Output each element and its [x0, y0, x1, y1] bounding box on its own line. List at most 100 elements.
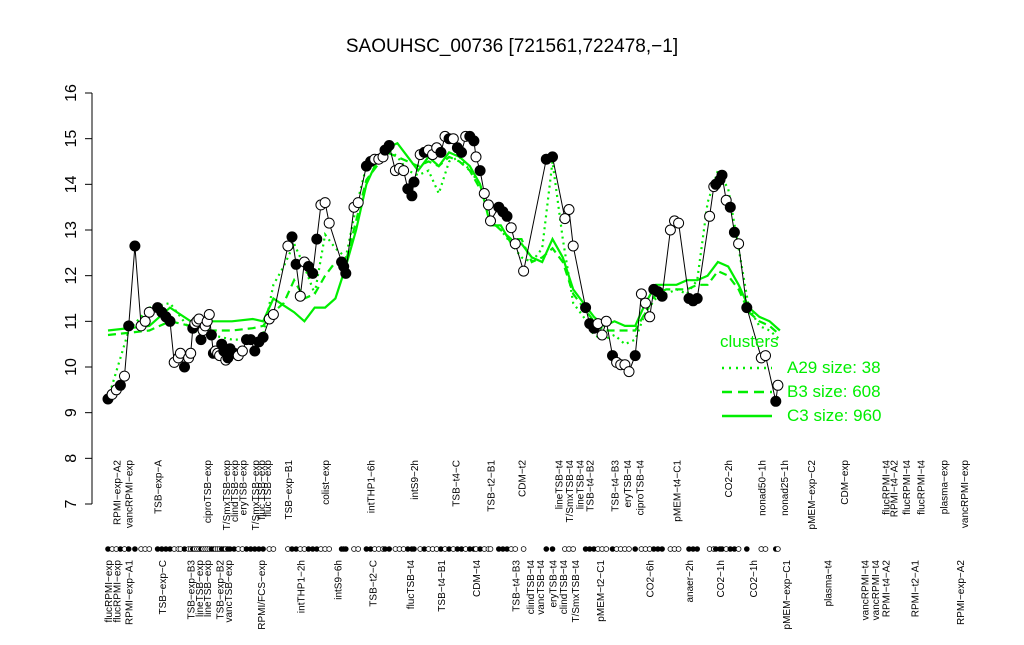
- data-point: [114, 379, 126, 391]
- rug-point: [543, 546, 550, 552]
- data-point: [257, 331, 269, 343]
- x-tick-label: pMEM−exp−C1: [782, 560, 793, 630]
- y-tick-label: 10: [63, 358, 80, 376]
- data-point: [319, 197, 331, 209]
- y-tick-label: 9: [63, 408, 80, 417]
- x-tick-label: intTHP1−6h: [367, 460, 378, 513]
- series-lines: [106, 135, 781, 402]
- x-tick-label: TSB−exp−A: [154, 460, 165, 514]
- y-tick-label: 14: [63, 175, 80, 193]
- rug-point: [762, 546, 769, 552]
- data-point: [629, 350, 641, 362]
- y-tick-label: 15: [63, 130, 80, 148]
- data-point: [716, 169, 728, 181]
- y-tick-label: 7: [63, 499, 80, 508]
- data-point: [482, 199, 494, 211]
- data-point: [468, 135, 480, 147]
- data-point: [505, 222, 517, 234]
- x-tick-label: TSB−t2−B1: [487, 460, 498, 512]
- x-tick-label: vancRPMI−exp: [125, 460, 136, 529]
- x-tick-label: intTHP1−2h: [296, 560, 307, 613]
- x-tick-label: TSB−exp−C: [158, 560, 169, 614]
- data-point: [673, 217, 685, 229]
- x-tick-label: lineTSB−exp: [203, 560, 214, 617]
- data-point: [406, 190, 418, 202]
- y-axis: 7 8 9 10 11 12 13 14 15 16: [63, 84, 93, 508]
- data-point: [600, 315, 612, 327]
- data-point: [772, 379, 784, 391]
- rug-point: [520, 546, 527, 552]
- data-point: [664, 224, 676, 236]
- data-point: [501, 210, 513, 222]
- data-point: [249, 345, 261, 357]
- data-point: [352, 197, 364, 209]
- data-point: [580, 302, 592, 314]
- y-tick-label: 13: [63, 221, 80, 239]
- rug-point: [146, 546, 153, 552]
- x-tick-label: intS9−6h: [334, 560, 345, 600]
- data-point: [447, 133, 459, 145]
- x-tick-label: flucTSB−exp: [263, 460, 274, 517]
- rug-point: [626, 546, 632, 552]
- x-tick-label: flucTSB−t4: [406, 560, 417, 610]
- x-tick-label: pMEM−t4−C1: [673, 460, 684, 522]
- x-tick-label: intS9−2h: [410, 460, 421, 500]
- data-point: [311, 233, 323, 245]
- chart-title: SAOUHSC_00736 [721561,722478,−1]: [346, 36, 678, 57]
- rug-point: [512, 546, 519, 552]
- data-point: [139, 315, 151, 327]
- data-point: [567, 240, 579, 252]
- x-tick-label: vancRPMI−exp: [960, 460, 971, 529]
- data-point: [547, 151, 558, 163]
- rug-point: [132, 546, 138, 552]
- x-tick-label: CDM−exp: [840, 460, 851, 505]
- rug-point: [411, 546, 417, 552]
- rug-point: [675, 546, 682, 552]
- x-tick-label: RPMI−exp−A2: [112, 460, 123, 525]
- rug-point: [775, 546, 781, 552]
- x-tick-label: CDM−t4: [472, 560, 483, 597]
- x-tick-label: TSB−t4−B3: [611, 460, 622, 512]
- legend: clusters A29 size: 38 B3 size: 608 C3 size…: [720, 332, 882, 425]
- x-tick-label: T/SmxTSB−t4: [565, 460, 576, 523]
- x-tick-label: anaer−2h: [685, 560, 696, 603]
- x-tick-label: T/SmxTSB−t4: [571, 560, 582, 623]
- x-tick-label: ciproTSB−exp: [203, 460, 214, 524]
- data-point: [340, 267, 352, 279]
- legend-label: A29 size: 38: [787, 358, 881, 377]
- x-tick-label: CDM−t2: [518, 460, 529, 497]
- cluster-line-dashed: [107, 151, 781, 337]
- data-point: [640, 297, 651, 309]
- x-tick-label: vancTSB−t4: [536, 560, 547, 615]
- x-tick-label: TSB−t4−B3: [511, 560, 522, 612]
- x-tick-label: flucRPMI−exp: [112, 560, 123, 623]
- rug-point: [549, 546, 556, 552]
- data-point: [123, 320, 135, 332]
- data-point: [596, 329, 608, 341]
- x-tick-labels: RPMI−exp−A2 vancRPMI−exp TSB−exp−A ciproTSB…: [104, 460, 971, 630]
- data-point: [179, 361, 190, 373]
- x-tick-label: vancTSB−exp: [224, 560, 235, 623]
- y-tick-label: 8: [63, 454, 80, 463]
- y-tick-label: 12: [63, 267, 80, 285]
- rug-point: [735, 546, 742, 552]
- data-point: [704, 210, 716, 222]
- x-tick-label: TSB−t4−B2: [586, 460, 597, 512]
- data-point: [478, 188, 490, 199]
- x-tick-label: eryTSB−exp: [238, 460, 249, 516]
- y-tick-label: 11: [63, 313, 80, 330]
- rug-point: [694, 546, 700, 552]
- data-point: [635, 288, 647, 300]
- data-point: [509, 238, 521, 250]
- data-point: [470, 151, 482, 163]
- cluster-line-solid: [107, 141, 781, 332]
- x-tick-label: TSB−t2−C: [369, 560, 380, 607]
- rug-point: [487, 546, 494, 552]
- x-tick-label: nonad50−1h: [757, 460, 768, 516]
- data-point: [741, 302, 753, 314]
- data-point: [323, 217, 335, 229]
- data-point: [294, 290, 306, 302]
- data-point: [733, 238, 745, 250]
- data-point: [286, 231, 298, 243]
- rug-point: [270, 546, 277, 552]
